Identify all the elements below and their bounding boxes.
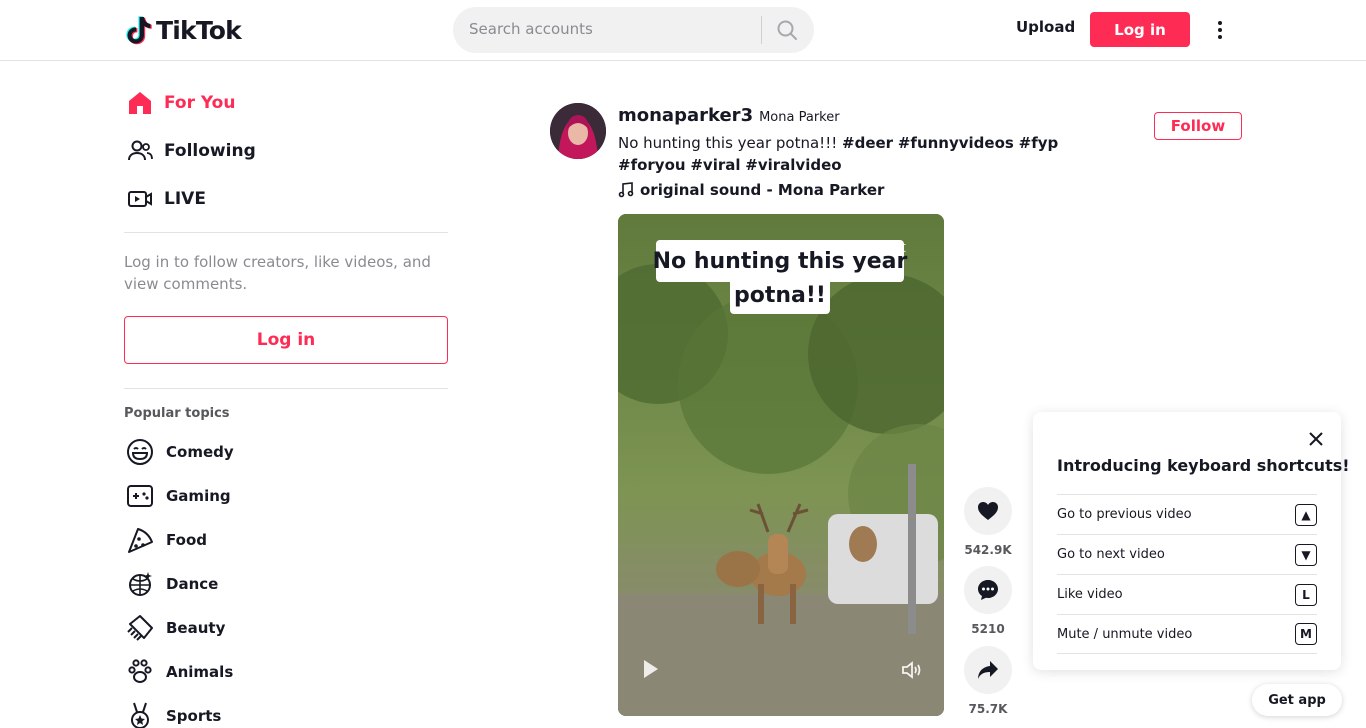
close-button[interactable]: [1305, 428, 1327, 450]
shortcut-row: Mute / unmute video M: [1057, 614, 1317, 654]
close-icon: [1309, 432, 1323, 446]
topic-label: Dance: [166, 575, 219, 593]
search-button[interactable]: [771, 15, 803, 45]
comment-icon: [978, 580, 998, 600]
topic-label: Beauty: [166, 619, 226, 637]
tiktok-logo[interactable]: TikTok: [126, 14, 242, 46]
topic-label: Sports: [166, 707, 222, 725]
hashtag-link[interactable]: #fyp: [1019, 134, 1059, 152]
video-caption-overlay: potna!!: [730, 276, 830, 314]
share-icon: [978, 661, 998, 679]
shortcut-row: Go to previous video ▲: [1057, 494, 1317, 534]
hashtag-link[interactable]: #deer: [842, 134, 893, 152]
key-down-icon: ▼: [1295, 543, 1317, 566]
top-header: TikTok Search accounts Upload Log in: [0, 0, 1366, 61]
topic-comedy[interactable]: Comedy: [124, 434, 234, 470]
shortcut-label: Go to previous video: [1057, 507, 1192, 522]
topic-animals[interactable]: Animals: [124, 654, 233, 690]
topic-dance[interactable]: Dance: [124, 566, 218, 602]
topic-label: Food: [166, 531, 207, 549]
logo-wordmark: TikTok: [156, 15, 242, 45]
like-button[interactable]: [964, 487, 1012, 535]
smile-icon: [124, 436, 156, 468]
nav-following[interactable]: Following: [124, 127, 448, 175]
avatar-image: [550, 103, 606, 159]
music-note-icon: [618, 182, 634, 198]
sound-link[interactable]: original sound - Mona Parker: [618, 181, 884, 199]
topics-heading: Popular topics: [124, 406, 230, 421]
login-note: Log in to follow creators, like videos, …: [124, 253, 431, 293]
comment-count: 5210: [971, 622, 1005, 636]
share-action[interactable]: 75.7K: [963, 646, 1013, 716]
author-display-name[interactable]: Mona Parker: [759, 110, 839, 125]
shortcut-row: Go to next video ▼: [1057, 534, 1317, 574]
video-player[interactable]: No hunting this year potna!! ort: [618, 214, 944, 716]
live-icon: [124, 183, 156, 215]
upload-button[interactable]: Upload: [1016, 18, 1075, 36]
follow-button[interactable]: Follow: [1154, 112, 1242, 140]
nav-label: For You: [164, 93, 236, 113]
topic-gaming[interactable]: Gaming: [124, 478, 231, 514]
play-icon[interactable]: [642, 658, 660, 680]
author-line: monaparker3 Mona Parker: [618, 105, 840, 126]
pizza-icon: [124, 524, 156, 556]
vertical-dots-icon: [1218, 21, 1222, 39]
heart-icon: [978, 502, 998, 520]
shortcut-label: Go to next video: [1057, 547, 1165, 562]
shortcut-row: Like video L: [1057, 574, 1317, 614]
header-login-button[interactable]: Log in: [1090, 12, 1190, 47]
tiktok-logo-icon: [126, 16, 152, 45]
hashtag-link[interactable]: #foryou: [618, 156, 686, 174]
nav-label: Following: [164, 141, 256, 161]
get-app-button[interactable]: Get app: [1252, 684, 1342, 716]
topic-beauty[interactable]: Beauty: [124, 610, 225, 646]
share-button[interactable]: [964, 646, 1012, 694]
search-divider: [761, 16, 762, 44]
hashtag-link[interactable]: #viral: [690, 156, 740, 174]
medal-icon: [124, 700, 156, 728]
home-icon: [124, 87, 156, 119]
sidebar-divider: [124, 232, 448, 233]
topic-food[interactable]: Food: [124, 522, 207, 558]
key-up-icon: ▲: [1295, 503, 1317, 526]
gamepad-icon: [124, 480, 156, 512]
disco-ball-icon: [124, 568, 156, 600]
key-l-icon: L: [1295, 583, 1317, 606]
caption-text: No hunting this year potna!!!: [618, 134, 838, 152]
author-username[interactable]: monaparker3: [618, 105, 753, 126]
topic-label: Animals: [166, 663, 234, 681]
search-input[interactable]: Search accounts: [469, 20, 749, 38]
hashtag-link[interactable]: #viralvideo: [745, 156, 841, 174]
report-button[interactable]: ort: [886, 240, 906, 256]
nav-label: LIVE: [164, 189, 206, 209]
share-count: 75.7K: [968, 702, 1008, 716]
keyboard-shortcuts-panel: Introducing keyboard shortcuts! Go to pr…: [1033, 412, 1350, 670]
comment-action[interactable]: 5210: [963, 566, 1013, 636]
hashtag-link[interactable]: #funnyvideos: [898, 134, 1014, 152]
sidebar-login-button[interactable]: Log in: [124, 316, 448, 364]
users-icon: [124, 135, 156, 167]
shortcut-label: Like video: [1057, 587, 1123, 602]
topic-sports[interactable]: Sports: [124, 698, 221, 728]
like-action[interactable]: 542.9K: [963, 487, 1013, 557]
topic-label: Gaming: [166, 487, 231, 505]
topic-label: Comedy: [166, 443, 234, 461]
sidebar-divider: [124, 388, 448, 389]
shortcut-label: Mute / unmute video: [1057, 626, 1193, 642]
like-count: 542.9K: [964, 543, 1012, 557]
video-caption: No hunting this year potna!!! #deer #fun…: [618, 132, 1118, 176]
paw-icon: [124, 656, 156, 688]
avatar[interactable]: [550, 103, 606, 159]
search-bar: Search accounts: [453, 7, 814, 53]
comb-icon: [124, 612, 156, 644]
search-icon: [777, 20, 797, 40]
nav-for-you[interactable]: For You: [124, 79, 448, 127]
nav-live[interactable]: LIVE: [124, 175, 448, 223]
volume-icon[interactable]: [900, 658, 924, 682]
comment-button[interactable]: [964, 566, 1012, 614]
sound-name: original sound - Mona Parker: [640, 181, 885, 199]
key-m-icon: M: [1295, 623, 1317, 645]
shortcuts-title: Introducing keyboard shortcuts!: [1057, 456, 1350, 475]
more-menu-button[interactable]: [1208, 18, 1232, 42]
